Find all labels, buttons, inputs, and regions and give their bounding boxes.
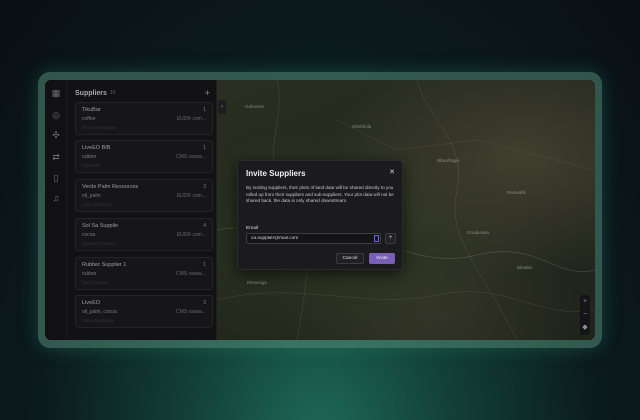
cancel-button[interactable]: Cancel <box>336 253 364 264</box>
invite-button[interactable]: Invite <box>369 253 395 264</box>
app-screen: ▦ ◎ ✣ ⇄ ▯ ♫ Suppliers 10 + TikuBar 1 cof… <box>45 80 595 340</box>
email-label: Email <box>246 226 258 231</box>
add-email-button[interactable]: + <box>385 233 396 244</box>
email-field[interactable] <box>246 233 381 244</box>
close-icon[interactable]: ✕ <box>389 168 395 176</box>
dialog-title: Invite Suppliers <box>246 169 306 178</box>
dialog-description: By inviting suppliers, their plots of la… <box>246 185 394 204</box>
contact-card-icon <box>374 235 379 242</box>
invite-suppliers-dialog: Invite Suppliers ✕ By inviting suppliers… <box>237 160 403 270</box>
